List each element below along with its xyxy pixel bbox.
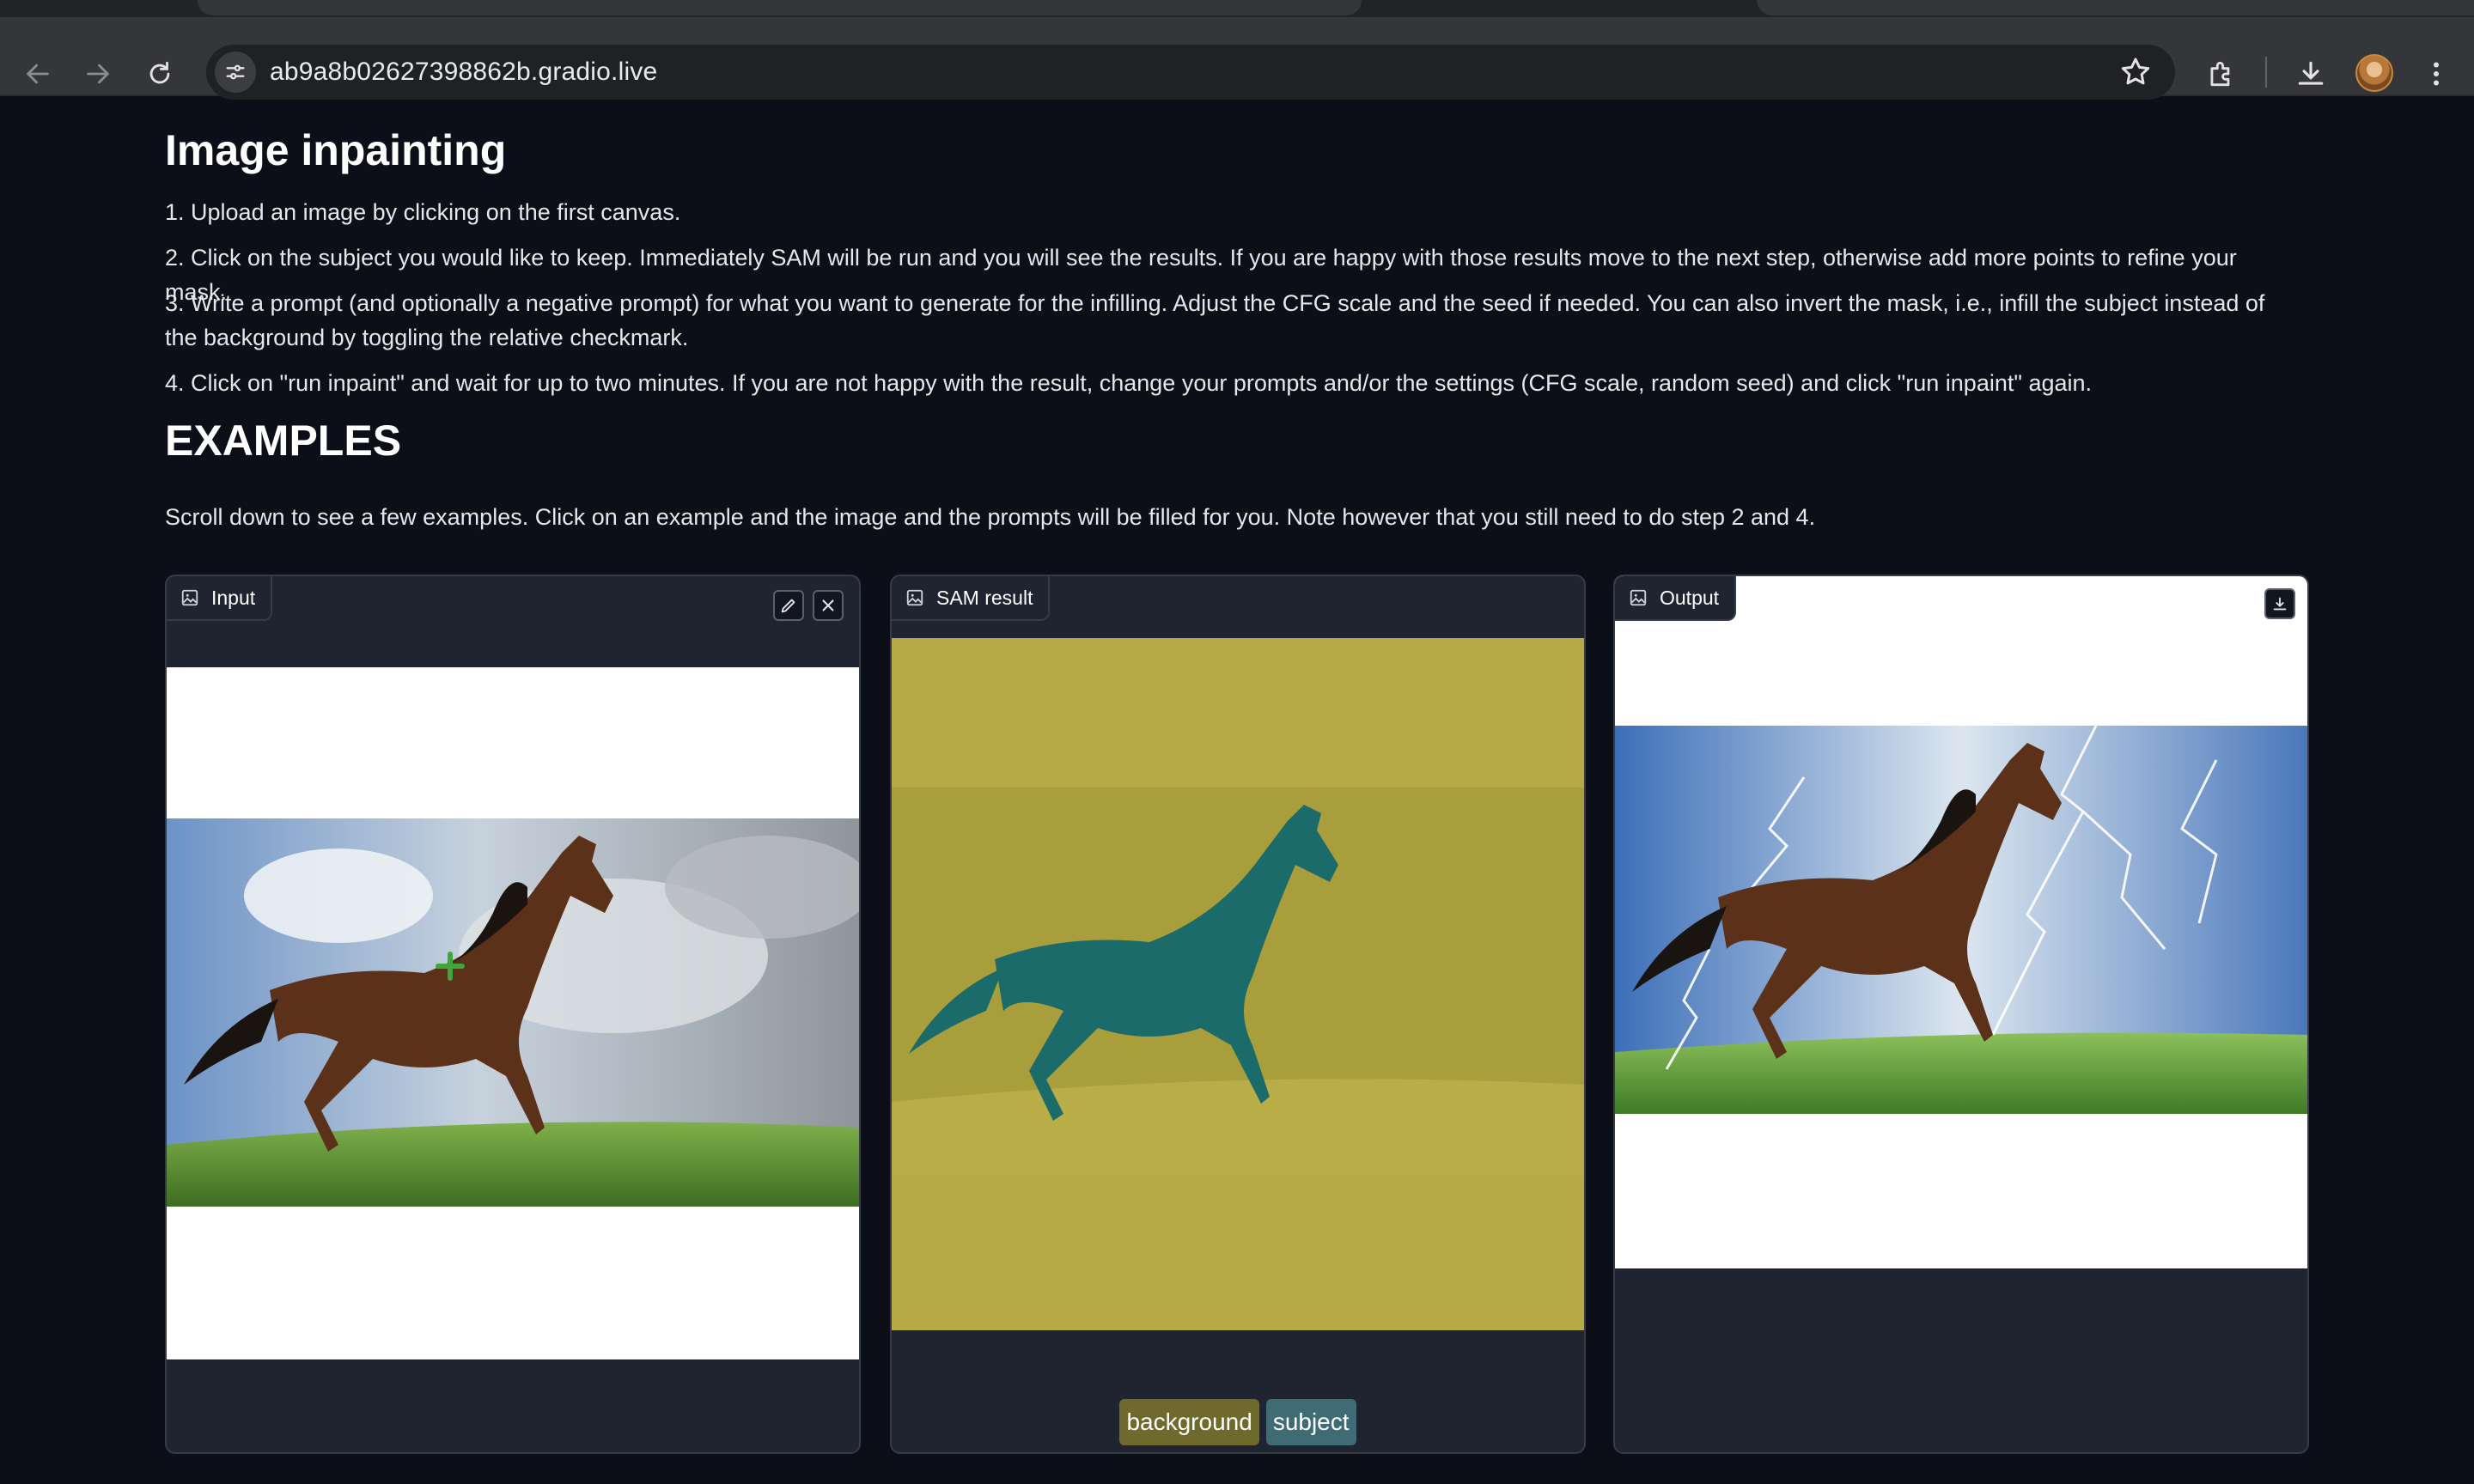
toolbar-divider xyxy=(2265,57,2267,88)
star-icon[interactable] xyxy=(2118,55,2153,89)
site-info-button[interactable] xyxy=(215,52,256,93)
download-button[interactable] xyxy=(2264,588,2295,619)
extensions-button[interactable] xyxy=(2203,55,2240,93)
edit-button[interactable] xyxy=(773,590,804,621)
instruction-step-1: 1. Upload an image by clicking on the fi… xyxy=(165,199,681,225)
instruction-step-4: 4. Click on "run inpaint" and wait for u… xyxy=(165,370,2093,396)
profile-avatar[interactable] xyxy=(2355,54,2393,92)
download-icon xyxy=(2298,61,2324,85)
page-title: Image inpainting xyxy=(165,126,507,174)
tune-icon xyxy=(226,64,245,80)
browser-menu-button[interactable] xyxy=(2417,55,2455,93)
browser-tab[interactable] xyxy=(198,0,1362,15)
browser-tab[interactable] xyxy=(1757,0,2474,15)
output-panel[interactable]: Output xyxy=(1613,575,2309,1454)
sam-result-label: SAM result xyxy=(892,576,1051,621)
sam-mask-image xyxy=(892,638,1584,1330)
horse-lightning-photo xyxy=(1615,726,2307,1114)
back-button[interactable] xyxy=(15,52,60,96)
sam-result-label-text: SAM result xyxy=(936,586,1033,609)
image-icon xyxy=(906,589,923,606)
image-icon xyxy=(181,589,198,606)
instruction-step-3: 3. Write a prompt (and optionally a nega… xyxy=(165,290,2265,350)
arrow-left-icon xyxy=(26,64,49,84)
input-image-panel[interactable]: Input xyxy=(165,575,861,1454)
url-text[interactable]: ab9a8b02627398862b.gradio.live xyxy=(270,45,657,100)
pencil-icon xyxy=(781,599,795,613)
output-image xyxy=(1615,576,2307,1268)
input-label-text: Input xyxy=(211,586,256,609)
sam-result-panel[interactable]: SAM result background subject xyxy=(890,575,1586,1454)
output-label: Output xyxy=(1615,576,1737,621)
input-label: Input xyxy=(167,576,273,621)
puzzle-icon xyxy=(2210,61,2230,87)
kebab-menu-icon xyxy=(2434,62,2439,86)
clear-button[interactable] xyxy=(813,590,844,621)
downloads-button[interactable] xyxy=(2292,55,2330,93)
tab-strip xyxy=(0,0,2474,17)
reload-icon xyxy=(149,61,170,84)
mask-legend: background subject xyxy=(892,1399,1584,1445)
close-icon xyxy=(822,599,834,611)
address-bar[interactable]: ab9a8b02627398862b.gradio.live xyxy=(206,45,2175,100)
arrow-right-icon xyxy=(87,64,110,84)
image-icon xyxy=(1630,589,1647,606)
legend-subject[interactable]: subject xyxy=(1265,1399,1356,1445)
forward-button[interactable] xyxy=(76,52,120,96)
examples-description: Scroll down to see a few examples. Click… xyxy=(165,504,1816,530)
browser-toolbar: ab9a8b02627398862b.gradio.live xyxy=(0,17,2474,100)
download-icon xyxy=(2273,597,2287,611)
horse-photo xyxy=(167,818,859,1207)
input-image-canvas[interactable] xyxy=(167,667,859,1359)
output-label-text: Output xyxy=(1660,586,1720,609)
examples-title: EXAMPLES xyxy=(165,417,402,465)
reload-button[interactable] xyxy=(137,52,182,96)
legend-background[interactable]: background xyxy=(1119,1399,1259,1445)
